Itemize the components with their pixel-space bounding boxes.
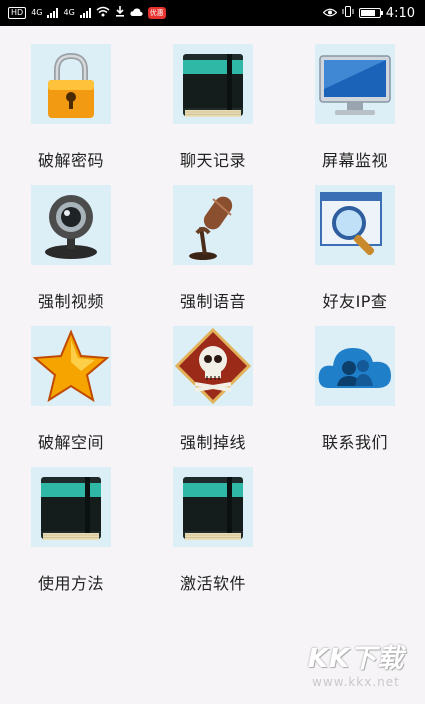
app-notification-badge: 优惠	[147, 7, 166, 19]
network-type-1: 4G	[31, 8, 43, 17]
notebook-icon	[173, 44, 253, 124]
watermark: KK下载 www.kkx.net	[301, 638, 411, 700]
feature-usage-guide[interactable]: 使用方法	[0, 449, 142, 593]
wifi-icon	[96, 6, 110, 20]
feature-force-voice[interactable]: 强制语音	[142, 167, 284, 311]
eye-icon	[322, 6, 338, 20]
feature-contact-us[interactable]: 联系我们	[284, 308, 425, 452]
status-right: 4:10	[322, 5, 415, 21]
skull-icon	[173, 326, 253, 406]
signal-icon-2	[79, 8, 91, 18]
feature-screen-monitor[interactable]: 屏幕监视	[284, 26, 425, 170]
monitor-icon	[315, 44, 395, 124]
feature-crack-password[interactable]: 破解密码	[0, 26, 142, 170]
feature-label: 激活软件	[179, 574, 246, 593]
status-bar: HD 4G 4G 优惠 4:10	[0, 0, 425, 26]
feature-chat-history[interactable]: 聊天记录	[142, 26, 284, 170]
padlock-icon	[31, 44, 111, 124]
notebook-icon	[31, 467, 111, 547]
feature-force-disconnect[interactable]: 强制掉线	[142, 308, 284, 452]
contacts-cloud-icon	[315, 326, 395, 406]
watermark-logo: KK下载	[307, 644, 405, 674]
magnifier-window-icon	[315, 185, 395, 265]
feature-crack-space[interactable]: 破解空间	[0, 308, 142, 452]
feature-label: 使用方法	[37, 574, 104, 593]
signal-icon	[47, 8, 59, 18]
feature-friend-ip-lookup[interactable]: 好友IP查	[284, 167, 425, 311]
network-type-2: 4G	[63, 8, 75, 17]
vibrate-icon	[342, 6, 354, 20]
watermark-url: www.kkx.net	[312, 675, 400, 689]
hd-voice-icon: HD	[8, 7, 27, 19]
webcam-icon	[31, 185, 111, 265]
battery-icon	[358, 8, 383, 18]
star-icon	[31, 326, 111, 406]
feature-force-video[interactable]: 强制视频	[0, 167, 142, 311]
status-left: HD 4G 4G 优惠	[8, 6, 166, 20]
notebook-icon	[173, 467, 253, 547]
microphone-icon	[173, 185, 253, 265]
status-time: 4:10	[385, 5, 415, 21]
feature-label: 联系我们	[321, 433, 388, 452]
download-icon	[115, 6, 125, 20]
cloud-icon	[130, 6, 143, 20]
feature-activate-software[interactable]: 激活软件	[142, 449, 284, 593]
